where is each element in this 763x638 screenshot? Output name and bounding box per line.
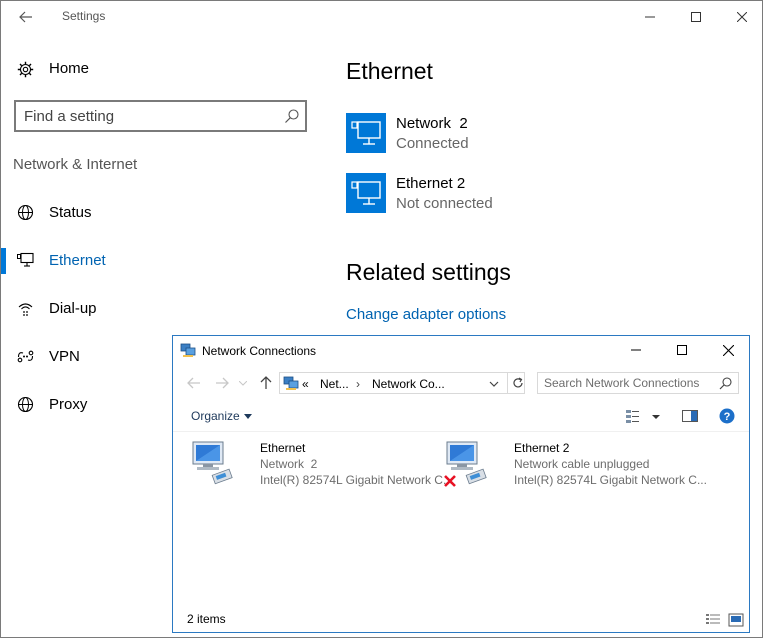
maximize-button[interactable] — [673, 1, 719, 33]
network-name: Ethernet 2 — [396, 175, 466, 192]
organize-label: Organize — [191, 409, 240, 423]
network-item[interactable]: Network 2 Connected — [346, 113, 676, 157]
home-label: Home — [49, 60, 90, 77]
nc-title-bar: Network Connections — [173, 336, 749, 366]
minimize-button[interactable] — [627, 1, 673, 33]
sidebar-item-label: Status — [49, 204, 92, 221]
organize-button[interactable]: Organize — [191, 409, 252, 423]
sidebar-item-label: Proxy — [49, 396, 88, 413]
network-item[interactable]: Ethernet 2 Not connected — [346, 173, 676, 217]
network-connections-window: Network Connections « Net... › Network C… — [172, 335, 750, 633]
active-indicator — [1, 248, 6, 274]
svg-text:?: ? — [724, 411, 731, 423]
network-connections-icon — [283, 375, 299, 391]
view-dropdown-icon[interactable] — [651, 408, 663, 424]
ethernet-icon — [346, 173, 386, 213]
sidebar-item-ethernet[interactable]: Ethernet — [1, 241, 331, 281]
back-arrow-icon[interactable] — [15, 6, 37, 28]
chevron-down-icon[interactable] — [488, 377, 500, 389]
related-settings-title: Related settings — [346, 259, 511, 285]
connection-item[interactable]: Ethernet Network 2 Intel(R) 82574L Gigab… — [189, 440, 453, 490]
globe-icon — [17, 204, 34, 221]
preview-pane-icon[interactable] — [681, 408, 699, 424]
sidebar-item-status[interactable]: Status — [1, 193, 331, 233]
nc-close-button[interactable] — [705, 336, 751, 364]
gear-icon — [17, 61, 34, 78]
network-connections-icon — [180, 342, 196, 358]
caret-down-icon — [243, 414, 252, 420]
connection-name: Ethernet 2 — [514, 441, 570, 455]
details-view-icon[interactable] — [705, 613, 721, 627]
section-title: Network & Internet — [13, 156, 138, 173]
breadcrumb-separator-icon: › — [356, 377, 360, 391]
network-name: Network 2 — [396, 115, 468, 132]
network-adapter-disconnected-icon — [443, 440, 491, 488]
large-icons-view-icon[interactable] — [728, 613, 744, 627]
status-bar: 2 items — [173, 610, 749, 632]
search-box — [14, 100, 307, 132]
network-adapter-icon — [189, 440, 237, 488]
search-input[interactable] — [24, 106, 274, 126]
nav-home[interactable]: Home — [1, 53, 331, 85]
nc-search-box — [537, 372, 739, 394]
app-title: Settings — [62, 9, 106, 23]
sidebar-item-dialup[interactable]: Dial-up — [1, 289, 331, 329]
help-icon[interactable]: ? — [718, 408, 736, 424]
vpn-icon — [17, 348, 34, 365]
command-bar: Organize ? — [173, 400, 749, 432]
breadcrumb-item[interactable]: Network Co... — [372, 377, 445, 391]
connection-item[interactable]: Ethernet 2 Network cable unplugged Intel… — [443, 440, 707, 490]
sidebar-item-label: VPN — [49, 348, 80, 365]
address-row: « Net... › Network Co... — [173, 366, 749, 400]
back-arrow-icon[interactable] — [185, 374, 203, 392]
ethernet-icon — [17, 252, 34, 269]
view-options-icon[interactable] — [625, 408, 643, 424]
nc-minimize-button[interactable] — [613, 336, 659, 364]
item-count: 2 items — [187, 612, 226, 626]
up-arrow-icon[interactable] — [257, 374, 275, 392]
search-icon[interactable] — [284, 108, 300, 124]
forward-arrow-icon[interactable] — [213, 374, 231, 392]
refresh-icon[interactable] — [507, 373, 527, 393]
connection-device: Intel(R) 82574L Gigabit Network C... — [260, 473, 453, 487]
breadcrumb-overflow[interactable]: « — [302, 377, 309, 391]
connection-name: Ethernet — [260, 441, 306, 455]
recent-locations-icon[interactable] — [237, 374, 249, 392]
dialup-icon — [17, 300, 34, 317]
address-bar[interactable]: « Net... › Network Co... — [279, 372, 525, 394]
connection-network: Network cable unplugged — [514, 457, 650, 471]
globe-icon — [17, 396, 34, 413]
breadcrumb-item[interactable]: Net... — [320, 377, 349, 391]
close-button[interactable] — [719, 1, 763, 33]
title-bar: Settings — [1, 1, 762, 33]
connection-device: Intel(R) 82574L Gigabit Network C... — [514, 473, 707, 487]
change-adapter-options-link[interactable]: Change adapter options — [346, 306, 506, 323]
sidebar-item-label: Ethernet — [49, 252, 106, 269]
ethernet-icon — [346, 113, 386, 153]
nc-search-input[interactable] — [544, 376, 714, 390]
search-icon[interactable] — [719, 377, 732, 390]
page-title: Ethernet — [346, 58, 433, 84]
sidebar-item-label: Dial-up — [49, 300, 97, 317]
network-status: Connected — [396, 135, 469, 152]
connection-network: Network 2 — [260, 457, 318, 471]
nc-maximize-button[interactable] — [659, 336, 705, 364]
network-status: Not connected — [396, 195, 493, 212]
nc-title: Network Connections — [202, 344, 317, 358]
